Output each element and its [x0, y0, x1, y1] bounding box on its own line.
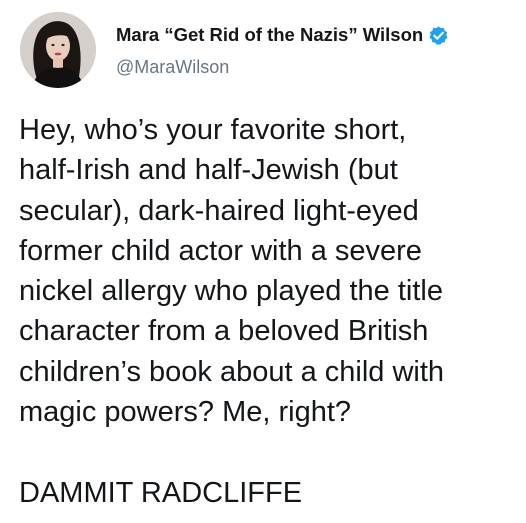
- profile-photo: [20, 12, 96, 88]
- tweet-paragraph: Hey, who’s your favorite short, half-Iri…: [19, 114, 445, 429]
- author-handle[interactable]: @MaraWilson: [116, 57, 449, 78]
- author-display-name[interactable]: Mara “Get Rid of the Nazis” Wilson: [116, 24, 423, 46]
- author-info: Mara “Get Rid of the Nazis” Wilson @Mara…: [116, 22, 449, 78]
- avatar[interactable]: [20, 12, 96, 88]
- verified-badge-icon: [428, 25, 449, 46]
- tweet-card: Mara “Get Rid of the Nazis” Wilson @Mara…: [0, 0, 526, 523]
- author-name-row: Mara “Get Rid of the Nazis” Wilson: [116, 22, 449, 48]
- tweet-body: Hey, who’s your favorite short, half-Iri…: [19, 110, 519, 513]
- tweet-paragraph: DAMMIT RADCLIFFE: [19, 476, 303, 509]
